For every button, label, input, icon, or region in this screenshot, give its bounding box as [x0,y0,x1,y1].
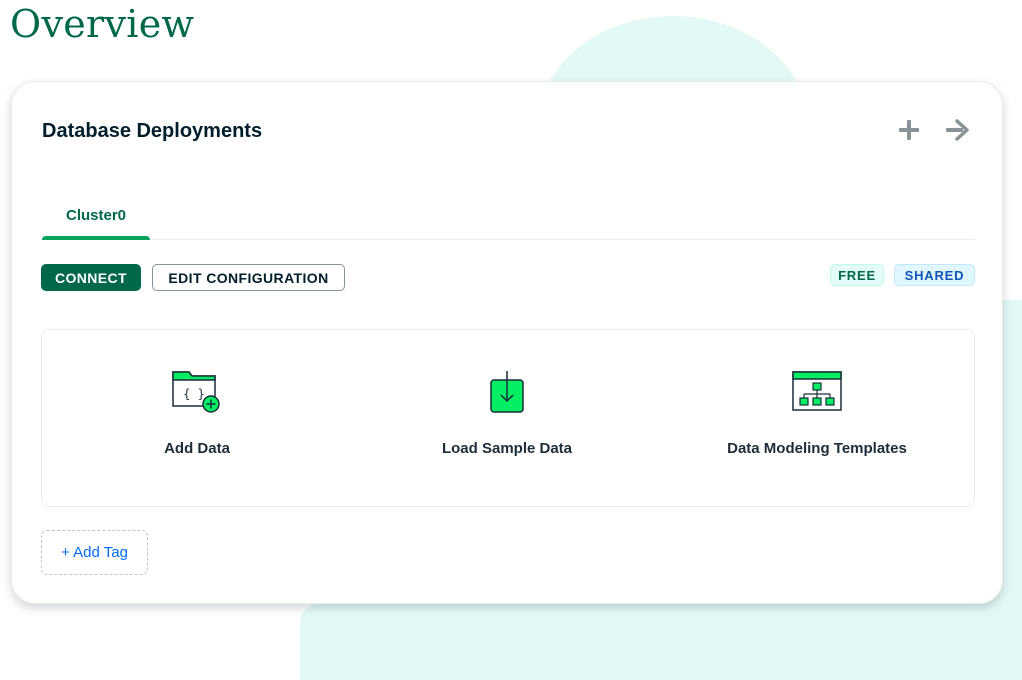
data-modeling-templates-icon [792,371,842,411]
quick-actions-panel: { } Add Data Load Sample Data Data Model… [41,329,975,507]
arrow-right-icon [946,119,969,141]
plus-icon [899,120,919,140]
add-deployment-button[interactable] [897,118,921,142]
load-sample-data-action[interactable]: Load Sample Data [377,370,637,457]
add-data-action[interactable]: { } Add Data [67,370,327,457]
add-data-label: Add Data [164,440,230,457]
add-tag-button[interactable]: + Add Tag [41,530,148,575]
data-modeling-templates-label: Data Modeling Templates [727,440,907,457]
tab-cluster0[interactable]: Cluster0 [42,202,150,240]
load-sample-data-label: Load Sample Data [441,440,573,457]
free-badge: FREE [830,264,884,286]
edit-configuration-button[interactable]: EDIT CONFIGURATION [152,264,345,291]
database-deployments-card: Database Deployments Cluster0 CONNECT ED… [11,81,1003,604]
view-all-deployments-button[interactable] [945,118,969,142]
add-data-icon: { } [172,371,220,413]
cluster-tabs: Cluster0 [42,202,975,240]
load-sample-data-icon [490,371,524,413]
page-title: Overview [10,2,195,46]
svg-text:{ }: { } [183,387,205,401]
shared-badge: SHARED [894,264,975,286]
card-title: Database Deployments [42,120,263,142]
connect-button[interactable]: CONNECT [41,264,141,291]
data-modeling-templates-action[interactable]: Data Modeling Templates [687,370,947,457]
